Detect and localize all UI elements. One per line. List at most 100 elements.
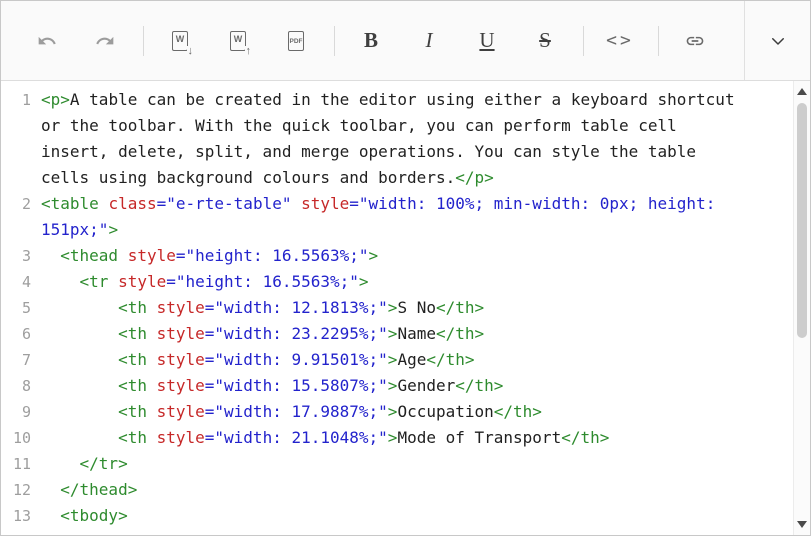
- code-text[interactable]: <th style="width: 21.1048%;">Mode of Tra…: [41, 425, 749, 451]
- token-tag: >: [388, 324, 398, 343]
- token-tag: <th: [118, 402, 157, 421]
- export-word-button[interactable]: W ↑: [216, 19, 260, 63]
- token-text: Occupation: [397, 402, 493, 421]
- code-text[interactable]: <tr style="height: 16.5563%;">: [41, 269, 749, 295]
- toolbar-separator: [583, 26, 584, 56]
- redo-button[interactable]: [83, 19, 127, 63]
- token-text: [41, 272, 80, 291]
- code-line: 13 <tbody>: [1, 503, 810, 529]
- token-text: Gender: [397, 376, 455, 395]
- token-text: [41, 324, 118, 343]
- toolbar-expand-button[interactable]: [744, 1, 810, 80]
- code-text[interactable]: <tr style="height: 16.5563%;">: [41, 529, 749, 535]
- scrollbar[interactable]: [793, 81, 810, 535]
- underline-icon: U: [479, 30, 494, 51]
- token-tag: </th>: [436, 298, 484, 317]
- line-number: 5: [1, 295, 41, 321]
- word-document-import-icon: W ↓: [172, 31, 188, 51]
- line-number: 10: [1, 425, 41, 451]
- underline-button[interactable]: U: [465, 19, 509, 63]
- code-text[interactable]: <th style="width: 9.91501%;">Age</th>: [41, 347, 749, 373]
- line-number: 6: [1, 321, 41, 347]
- code-line: 6 <th style="width: 23.2295%;">Name</th>: [1, 321, 810, 347]
- scrollbar-thumb[interactable]: [797, 103, 807, 338]
- line-number: 9: [1, 399, 41, 425]
- token-tag: <p>: [41, 90, 70, 109]
- code-text[interactable]: <tbody>: [41, 503, 749, 529]
- code-text[interactable]: <th style="width: 23.2295%;">Name</th>: [41, 321, 749, 347]
- token-tag: <tr: [80, 272, 119, 291]
- token-attr: style: [301, 194, 349, 213]
- line-number: 8: [1, 373, 41, 399]
- token-tag: <tr: [80, 532, 119, 535]
- token-text: [41, 532, 80, 535]
- code-text[interactable]: </tr>: [41, 451, 749, 477]
- toolbar-separator: [658, 26, 659, 56]
- line-number: 14: [1, 529, 41, 535]
- token-attr: style: [118, 272, 166, 291]
- token-tag: <table: [41, 194, 108, 213]
- code-text[interactable]: </thead>: [41, 477, 749, 503]
- token-attr: style: [118, 532, 166, 535]
- line-number: 1: [1, 87, 41, 113]
- code-line: 10 <th style="width: 21.1048%;">Mode of …: [1, 425, 810, 451]
- token-tag: >: [108, 220, 118, 239]
- token-tag: <th: [118, 376, 157, 395]
- triangle-up-icon[interactable]: [797, 88, 807, 95]
- toolbar: W ↓ W ↑ PDF B I U S: [1, 1, 810, 81]
- code-text[interactable]: <th style="width: 17.9887%;">Occupation<…: [41, 399, 749, 425]
- token-attr: style: [157, 376, 205, 395]
- token-attr: style: [128, 246, 176, 265]
- token-text: [41, 480, 60, 499]
- export-pdf-button[interactable]: PDF: [274, 19, 318, 63]
- token-tag: </th>: [561, 428, 609, 447]
- token-val: ="width: 9.91501%;": [205, 350, 388, 369]
- line-number: 2: [1, 191, 41, 217]
- strikethrough-button[interactable]: S: [523, 19, 567, 63]
- token-attr: class: [108, 194, 156, 213]
- token-val: ="e-rte-table": [157, 194, 292, 213]
- code-line: 7 <th style="width: 9.91501%;">Age</th>: [1, 347, 810, 373]
- code-text[interactable]: <table class="e-rte-table" style="width:…: [41, 191, 749, 243]
- token-text: Mode of Transport: [397, 428, 561, 447]
- code-text[interactable]: <thead style="height: 16.5563%;">: [41, 243, 749, 269]
- token-tag: >: [359, 532, 369, 535]
- code-text[interactable]: <p>A table can be created in the editor …: [41, 87, 749, 191]
- token-text: A table can be created in the editor usi…: [41, 90, 744, 187]
- bold-button[interactable]: B: [349, 19, 393, 63]
- line-number: 3: [1, 243, 41, 269]
- code-line: 8 <th style="width: 15.5807%;">Gender</t…: [1, 373, 810, 399]
- code-line: 12 </thead>: [1, 477, 810, 503]
- code-text[interactable]: <th style="width: 15.5807%;">Gender</th>: [41, 373, 749, 399]
- code-lines: 1<p>A table can be created in the editor…: [1, 87, 810, 535]
- italic-button[interactable]: I: [407, 19, 451, 63]
- token-tag: >: [359, 272, 369, 291]
- token-tag: >: [369, 246, 379, 265]
- token-text: [291, 194, 301, 213]
- token-tag: <thead: [60, 246, 127, 265]
- token-text: Name: [397, 324, 436, 343]
- token-tag: <th: [118, 298, 157, 317]
- import-word-button[interactable]: W ↓: [158, 19, 202, 63]
- token-text: S No: [397, 298, 436, 317]
- arrow-up-icon: ↑: [245, 46, 253, 57]
- code-line: 11 </tr>: [1, 451, 810, 477]
- token-val: ="height: 16.5563%;": [166, 532, 359, 535]
- token-tag: >: [388, 350, 398, 369]
- token-tag: </thead>: [60, 480, 137, 499]
- token-tag: </tr>: [80, 454, 128, 473]
- triangle-down-icon[interactable]: [797, 521, 807, 528]
- undo-button[interactable]: [25, 19, 69, 63]
- token-val: ="height: 16.5563%;": [166, 272, 359, 291]
- token-text: [41, 298, 118, 317]
- code-view-button[interactable]: <>: [598, 19, 642, 63]
- token-text: [41, 246, 60, 265]
- code-view-editor[interactable]: 1<p>A table can be created in the editor…: [1, 81, 810, 535]
- token-val: ="height: 16.5563%;": [176, 246, 369, 265]
- token-text: [41, 506, 60, 525]
- code-text[interactable]: <th style="width: 12.1813%;">S No</th>: [41, 295, 749, 321]
- code-line: 14 <tr style="height: 16.5563%;">: [1, 529, 810, 535]
- token-attr: style: [157, 298, 205, 317]
- insert-link-button[interactable]: [673, 19, 717, 63]
- token-tag: </th>: [426, 350, 474, 369]
